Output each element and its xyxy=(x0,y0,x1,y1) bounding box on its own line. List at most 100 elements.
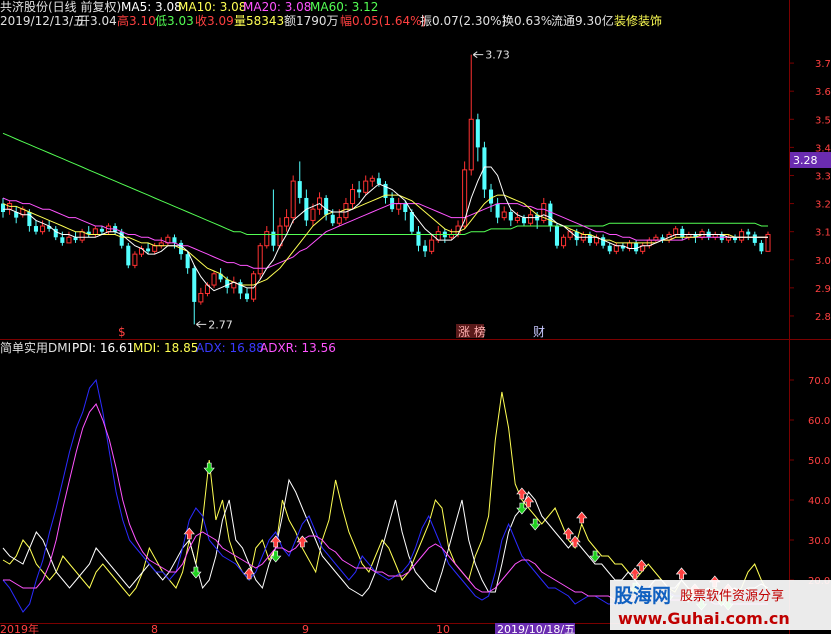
up-signal-arrow xyxy=(635,559,648,572)
time-label-aug: 8 xyxy=(151,623,158,634)
candle-body xyxy=(225,279,230,288)
pdi-value: PDI: 16.61 xyxy=(72,341,134,355)
candle-body xyxy=(587,234,592,243)
date-value: 2019/12/13/五 xyxy=(0,14,85,28)
candle-body xyxy=(429,239,435,252)
candle-body xyxy=(79,231,85,241)
mdi-value: MDI: 18.85 xyxy=(133,341,198,355)
up-signal-arrow xyxy=(675,567,688,580)
candle-body xyxy=(601,237,606,246)
price-tick-label: 3.3 xyxy=(815,171,831,182)
candle-body xyxy=(482,147,487,190)
candle-body xyxy=(468,118,474,171)
up-signal-arrow xyxy=(569,535,581,548)
dmi-tick-label: 60.0 xyxy=(808,416,830,427)
candle-body xyxy=(60,237,65,243)
up-signal-arrow xyxy=(183,527,195,540)
candle-body xyxy=(357,189,362,193)
candle-body xyxy=(297,181,302,198)
candle-body xyxy=(501,211,507,219)
indicator-bar: 简单实用DMI PDI: 16.61 MDI: 18.85 ADX: 16.88… xyxy=(0,340,336,355)
candle-body xyxy=(336,217,342,224)
candle-body xyxy=(198,292,204,303)
candle-body xyxy=(40,225,46,233)
amplitude-value: 振0.07(2.30%) xyxy=(420,14,506,28)
candle-body xyxy=(423,245,428,252)
price-tick-label: 3.7 xyxy=(815,59,831,70)
volume-value: 量58343 xyxy=(234,14,284,28)
limit-up-marker[interactable]: 涨 榜 xyxy=(456,324,486,339)
candle-body xyxy=(271,231,276,246)
chart-canvas[interactable]: 共济股份(日线 前复权) MA5: 3.08 MA10: 3.08 MA20: … xyxy=(0,0,831,634)
current-price-badge: 3.28 xyxy=(790,152,831,168)
candle-body xyxy=(290,180,296,219)
up-signal-arrow xyxy=(576,511,588,524)
dmi-axis: 20.030.040.050.060.070.0 xyxy=(789,376,830,587)
candle-body xyxy=(257,245,263,275)
price-axis: 2.82.93.03.13.23.33.43.53.63.7 xyxy=(789,59,831,323)
current-price-text: 3.28 xyxy=(793,154,818,167)
candle-body xyxy=(495,203,500,218)
time-label-oct: 10 xyxy=(436,623,450,634)
indicator-name: 简单实用DMI xyxy=(0,340,71,355)
candle-body xyxy=(343,203,349,219)
float-cap-value: 流通9.30亿 xyxy=(551,13,614,28)
candle-body xyxy=(152,245,158,252)
min-price-label: 2.77 xyxy=(208,318,233,331)
candle-body xyxy=(759,242,764,252)
adx-value: ADX: 16.88 xyxy=(196,341,264,355)
candle-body xyxy=(508,212,513,221)
industry-value: 装修装饰 xyxy=(614,13,662,28)
candle-body xyxy=(349,189,356,205)
down-signal-arrow xyxy=(203,462,215,475)
price-tick-label: 2.8 xyxy=(815,312,831,323)
dollar-marker[interactable]: $ xyxy=(118,325,126,339)
candle-body xyxy=(607,245,612,252)
candle-body xyxy=(673,228,679,235)
candle-body xyxy=(185,254,190,269)
min-price-pointer xyxy=(195,320,207,328)
turnover-value: 换0.63% xyxy=(502,14,552,28)
candle-body xyxy=(548,203,553,227)
candlestick-series xyxy=(0,54,771,325)
pdi-line xyxy=(2,391,769,597)
candle-body xyxy=(369,177,375,182)
candle-body xyxy=(363,180,369,193)
up-signal-arrow xyxy=(562,527,575,540)
price-tick-label: 3.0 xyxy=(815,256,831,267)
candle-body xyxy=(132,253,138,266)
candle-body xyxy=(0,203,6,212)
open-value: 开3.04 xyxy=(78,14,117,28)
dmi-tick-label: 70.0 xyxy=(808,376,830,387)
price-tick-label: 2.9 xyxy=(815,284,831,295)
candle-body xyxy=(403,203,408,212)
max-price-pointer xyxy=(472,51,484,59)
stock-title: 共济股份(日线 前复权) xyxy=(0,0,121,14)
up-signal-arrow xyxy=(243,567,255,580)
candle-body xyxy=(746,231,751,235)
candle-body xyxy=(66,236,72,244)
candle-body xyxy=(324,197,329,215)
candle-body xyxy=(521,217,527,224)
time-label-year: 2019年 xyxy=(0,622,39,634)
dmi-tick-label: 50.0 xyxy=(808,456,830,467)
moving-average-lines xyxy=(2,132,768,292)
candle-body xyxy=(416,231,421,246)
candle-body xyxy=(634,242,639,252)
candle-body xyxy=(514,217,520,221)
close-value: 收3.09 xyxy=(195,14,234,28)
candle-body xyxy=(146,248,151,252)
high-value: 高3.10 xyxy=(117,13,156,28)
up-signal-arrow xyxy=(270,535,282,548)
candle-body xyxy=(310,208,316,221)
ma10-value: MA10: 3.08 xyxy=(178,0,246,14)
finance-marker[interactable]: 财 xyxy=(533,325,545,339)
candle-body xyxy=(284,217,290,227)
candle-body xyxy=(330,214,335,224)
cursor-date: 2019/10/18/五 xyxy=(497,623,575,634)
candle-body xyxy=(211,273,217,286)
candle-body xyxy=(739,231,745,241)
candle-body xyxy=(680,228,685,238)
candle-body xyxy=(33,226,39,232)
candle-body xyxy=(396,203,402,210)
